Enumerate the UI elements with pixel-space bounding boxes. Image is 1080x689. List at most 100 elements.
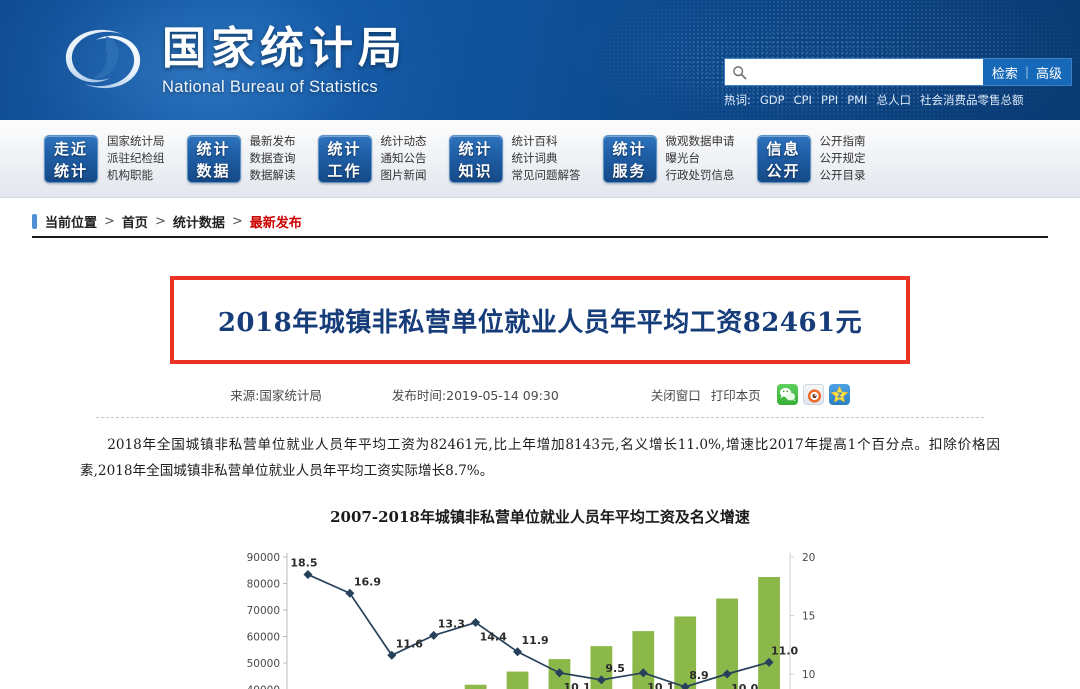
article-publish-time: 发布时间:2019-05-14 09:30 <box>391 388 559 403</box>
svg-text:Z: Z <box>837 391 842 399</box>
hotwords-label: 热词: <box>724 93 751 107</box>
svg-text:10.1: 10.1 <box>563 681 590 689</box>
nav-badge-line1: 信息 <box>766 139 801 158</box>
nav-badge-line1: 统计 <box>612 139 647 158</box>
breadcrumb-label: 当前位置 <box>45 216 98 231</box>
search-separator: | <box>1024 65 1029 79</box>
article-body: 2018年全国城镇非私营单位就业人员年平均工资为82461元,比上年增加8143… <box>80 437 1000 479</box>
nav-link-disclosure-catalog[interactable]: 公开目录 <box>820 167 866 184</box>
nav-badge-information-disclosure[interactable]: 信息 公开 <box>756 134 811 183</box>
nav-link-functions[interactable]: 机构职能 <box>107 167 165 184</box>
svg-text:10.1: 10.1 <box>647 681 674 689</box>
wechat-share-icon[interactable] <box>776 384 798 405</box>
nav-badge-line2: 知识 <box>458 161 493 180</box>
svg-text:8.9: 8.9 <box>689 669 709 682</box>
chart-canvas: 90000 80000 70000 60000 50000 40000 20 15 10 18.5… <box>247 552 815 689</box>
close-window-button[interactable]: 关闭窗口 <box>651 385 701 404</box>
nav-link-disclosure-rules[interactable]: 公开规定 <box>820 150 866 167</box>
page-content: 当前位置 > 首页 > 统计数据 > 最新发布 2018年城镇非私营单位就业人员… <box>0 212 1080 689</box>
breadcrumb-separator: > <box>231 214 243 229</box>
svg-text:18.5: 18.5 <box>290 557 317 570</box>
nav-group-approach-statistics: 走近 统计 国家统计局 派驻纪检组 机构职能 <box>44 133 165 184</box>
nav-group-information-disclosure: 信息 公开 公开指南 公开规定 公开目录 <box>756 133 866 184</box>
nav-link-exposure[interactable]: 曝光台 <box>666 150 735 167</box>
logo-title-cn: 国家统计局 <box>162 23 407 75</box>
nav-link-microdata-request[interactable]: 微观数据申请 <box>666 133 735 150</box>
logo-title-en: National Bureau of Statistics <box>162 77 378 96</box>
nav-group-statistical-service: 统计 服务 微观数据申请 曝光台 行政处罚信息 <box>602 133 735 184</box>
hotword-cpi[interactable]: CPI <box>794 93 812 107</box>
search-box[interactable]: 检索 | 高级 <box>724 58 1072 86</box>
nav-link-faq[interactable]: 常见问题解答 <box>512 167 581 184</box>
nav-badge-line2: 统计 <box>53 161 88 180</box>
svg-text:60000: 60000 <box>247 632 280 644</box>
hotwords-bar: 热词: GDP CPI PPI PMI 总人口 社会消费品零售总额 <box>724 92 1072 108</box>
svg-text:11.0: 11.0 <box>771 644 798 657</box>
svg-text:16.9: 16.9 <box>354 575 381 588</box>
nav-badge-line2: 服务 <box>612 161 647 180</box>
nav-link-dictionary[interactable]: 统计词典 <box>512 150 581 167</box>
breadcrumb-item-current: 最新发布 <box>249 216 302 231</box>
chart-title: 2007-2018年城镇非私营单位就业人员年平均工资及名义增速 <box>330 508 750 526</box>
breadcrumb-marker-icon <box>32 214 37 229</box>
hotword-gdp[interactable]: GDP <box>760 93 785 107</box>
nav-link-disclosure-guide[interactable]: 公开指南 <box>820 133 866 150</box>
page-title: 2018年城镇非私营单位就业人员年平均工资82461元 <box>217 307 863 338</box>
article-title-highlight-box: 2018年城镇非私营单位就业人员年平均工资82461元 <box>170 276 910 364</box>
article-meta: 来源:国家统计局 发布时间:2019-05-14 09:30 关闭窗口 打印本页 <box>96 384 984 418</box>
svg-text:14.4: 14.4 <box>480 631 507 644</box>
qzone-share-icon[interactable]: Z <box>828 384 850 405</box>
svg-text:15: 15 <box>802 611 815 623</box>
nav-link-discipline[interactable]: 派驻纪检组 <box>107 150 165 167</box>
hotword-population[interactable]: 总人口 <box>876 92 911 108</box>
svg-text:9.5: 9.5 <box>605 662 625 675</box>
hotword-pmi[interactable]: PMI <box>847 93 867 107</box>
breadcrumb-item-home[interactable]: 首页 <box>122 212 148 231</box>
hotword-retail-sales[interactable]: 社会消费品零售总额 <box>920 92 1024 108</box>
nav-badge-statistical-knowledge[interactable]: 统计 知识 <box>448 134 503 183</box>
search-input[interactable] <box>751 60 983 84</box>
breadcrumb-item-statistical-data[interactable]: 统计数据 <box>173 212 225 231</box>
search-button[interactable]: 检索 <box>992 63 1018 82</box>
nav-badge-line2: 数据 <box>196 161 231 180</box>
nav-group-statistical-knowledge: 统计 知识 统计百科 统计词典 常见问题解答 <box>448 133 581 184</box>
svg-text:13.3: 13.3 <box>438 617 465 630</box>
site-logo[interactable]: 国家统计局 National Bureau of Statistics <box>60 16 407 102</box>
nav-link-penalty-info[interactable]: 行政处罚信息 <box>666 167 735 184</box>
nav-badge-statistical-data[interactable]: 统计 数据 <box>186 134 241 183</box>
article-source: 来源:国家统计局 <box>230 388 322 403</box>
hotword-ppi[interactable]: PPI <box>821 93 838 107</box>
nav-link-data-interpretation[interactable]: 数据解读 <box>250 167 296 184</box>
search-area: 检索 | 高级 热词: GDP CPI PPI PMI 总人口 社会消费品零售总… <box>724 58 1072 108</box>
nav-badge-line1: 统计 <box>327 139 362 158</box>
svg-text:11.6: 11.6 <box>396 637 423 650</box>
print-page-button[interactable]: 打印本页 <box>711 385 761 404</box>
svg-text:11.9: 11.9 <box>522 634 549 647</box>
nav-badge-statistical-service[interactable]: 统计 服务 <box>602 134 657 183</box>
breadcrumb-separator: > <box>104 214 115 229</box>
nav-badge-statistical-work[interactable]: 统计 工作 <box>317 134 372 183</box>
advanced-search-button[interactable]: 高级 <box>1036 63 1062 82</box>
svg-text:40000: 40000 <box>247 685 280 689</box>
nav-link-photo-news[interactable]: 图片新闻 <box>381 167 427 184</box>
nav-badge-approach-statistics[interactable]: 走近 统计 <box>44 134 98 183</box>
nav-group-statistical-data: 统计 数据 最新发布 数据查询 数据解读 <box>186 133 296 184</box>
main-navigation: 走近 统计 国家统计局 派驻纪检组 机构职能 统计 数据 最新发布 数据查询 数… <box>0 120 1080 198</box>
svg-text:50000: 50000 <box>247 658 280 670</box>
breadcrumb-separator: > <box>154 214 166 229</box>
weibo-share-icon[interactable] <box>802 384 824 405</box>
nav-link-nbs[interactable]: 国家统计局 <box>107 133 165 150</box>
svg-text:10: 10 <box>802 669 815 681</box>
svg-text:90000: 90000 <box>247 552 280 564</box>
nav-link-announcements[interactable]: 通知公告 <box>381 150 427 167</box>
nav-badge-line2: 工作 <box>327 161 362 180</box>
nav-link-latest-release[interactable]: 最新发布 <box>250 133 296 150</box>
nav-link-statistical-news[interactable]: 统计动态 <box>381 133 427 150</box>
nav-link-encyclopedia[interactable]: 统计百科 <box>512 133 581 150</box>
nav-link-data-query[interactable]: 数据查询 <box>250 150 296 167</box>
svg-text:80000: 80000 <box>247 579 280 591</box>
svg-text:10.0: 10.0 <box>731 682 758 689</box>
nav-group-statistical-work: 统计 工作 统计动态 通知公告 图片新闻 <box>317 133 427 184</box>
nav-badge-line2: 公开 <box>766 161 801 180</box>
nav-badge-line1: 统计 <box>458 139 493 158</box>
